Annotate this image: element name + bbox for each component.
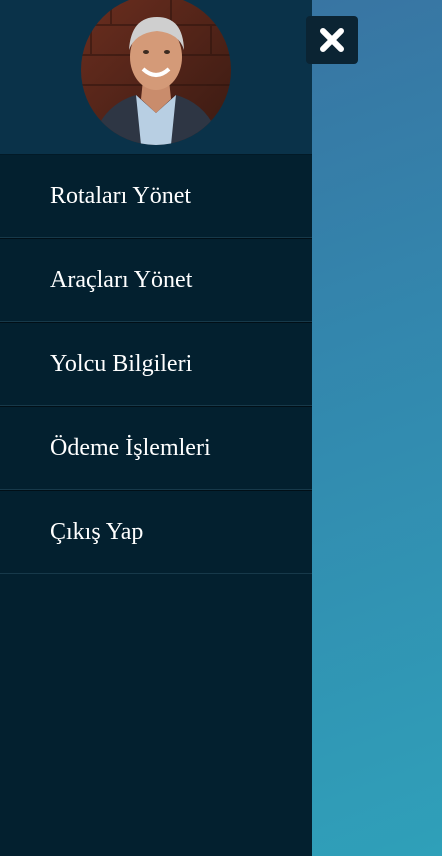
menu-item-logout[interactable]: Çıkış Yap bbox=[0, 490, 312, 574]
avatar-photo bbox=[81, 0, 231, 145]
avatar[interactable] bbox=[81, 0, 231, 145]
profile-header bbox=[0, 0, 312, 154]
menu-item-manage-vehicles[interactable]: Araçları Yönet bbox=[0, 238, 312, 322]
menu-item-passenger-info[interactable]: Yolcu Bilgileri bbox=[0, 322, 312, 406]
nav-menu: Rotaları Yönet Araçları Yönet Yolcu Bilg… bbox=[0, 154, 312, 574]
menu-item-manage-routes[interactable]: Rotaları Yönet bbox=[0, 154, 312, 238]
app-screen: Rotaları Yönet Araçları Yönet Yolcu Bilg… bbox=[0, 0, 442, 856]
side-drawer: Rotaları Yönet Araçları Yönet Yolcu Bilg… bbox=[0, 0, 312, 856]
menu-item-payments[interactable]: Ödeme İşlemleri bbox=[0, 406, 312, 490]
close-button[interactable] bbox=[306, 16, 358, 64]
close-icon bbox=[320, 28, 344, 52]
